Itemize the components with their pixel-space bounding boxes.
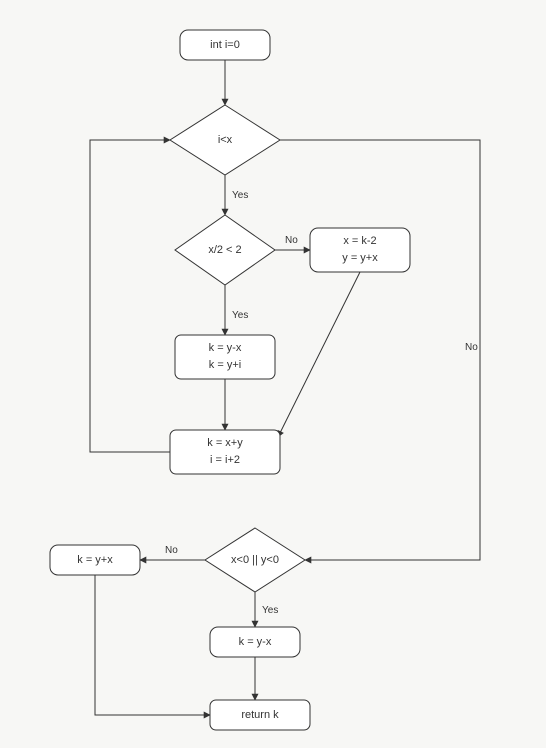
edge-d1-d2-label: Yes — [232, 190, 248, 201]
node-p5-label: k = y-x — [239, 636, 272, 648]
edge-d1-d3-label: No — [465, 342, 478, 353]
node-p2-label2: k = y+i — [209, 359, 241, 371]
node-d2-label: x/2 < 2 — [208, 244, 241, 256]
node-d3-label: x<0 || y<0 — [231, 554, 279, 566]
edge-d2-p2-label: Yes — [232, 310, 248, 321]
edge-d2-p1-label: No — [285, 235, 298, 246]
edge-p4-end — [95, 575, 210, 715]
edge-d3-p4-label: No — [165, 545, 178, 556]
node-start-label: int i=0 — [210, 39, 240, 51]
node-p3-label1: k = x+y — [207, 437, 243, 449]
edge-d3-p5-label: Yes — [262, 605, 278, 616]
flowchart-canvas: int i=0 i<x Yes No x/2 < 2 No x = k-2 y … — [0, 0, 546, 748]
node-p1-label2: y = y+x — [342, 252, 378, 264]
node-p4-label: k = y+x — [77, 554, 113, 566]
edge-p3-d1 — [90, 140, 170, 452]
edge-p1-p3 — [278, 272, 360, 437]
node-d1-label: i<x — [218, 134, 233, 146]
edge-d1-d3 — [280, 140, 480, 560]
node-p1-label1: x = k-2 — [343, 235, 376, 247]
node-p2-label1: k = y-x — [209, 342, 242, 354]
node-p3-label2: i = i+2 — [210, 454, 240, 466]
node-end-label: return k — [241, 709, 279, 721]
